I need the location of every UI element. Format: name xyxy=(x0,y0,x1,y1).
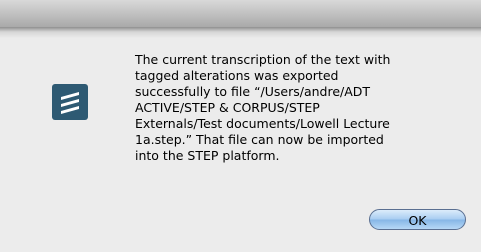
title-bar-shadow xyxy=(0,27,481,38)
ok-button[interactable]: OK xyxy=(369,209,466,230)
alert-dialog: The current transcription of the text wi… xyxy=(0,0,481,252)
step-app-icon xyxy=(52,84,88,120)
alert-message: The current transcription of the text wi… xyxy=(135,52,391,163)
window-title-bar[interactable] xyxy=(0,0,481,27)
